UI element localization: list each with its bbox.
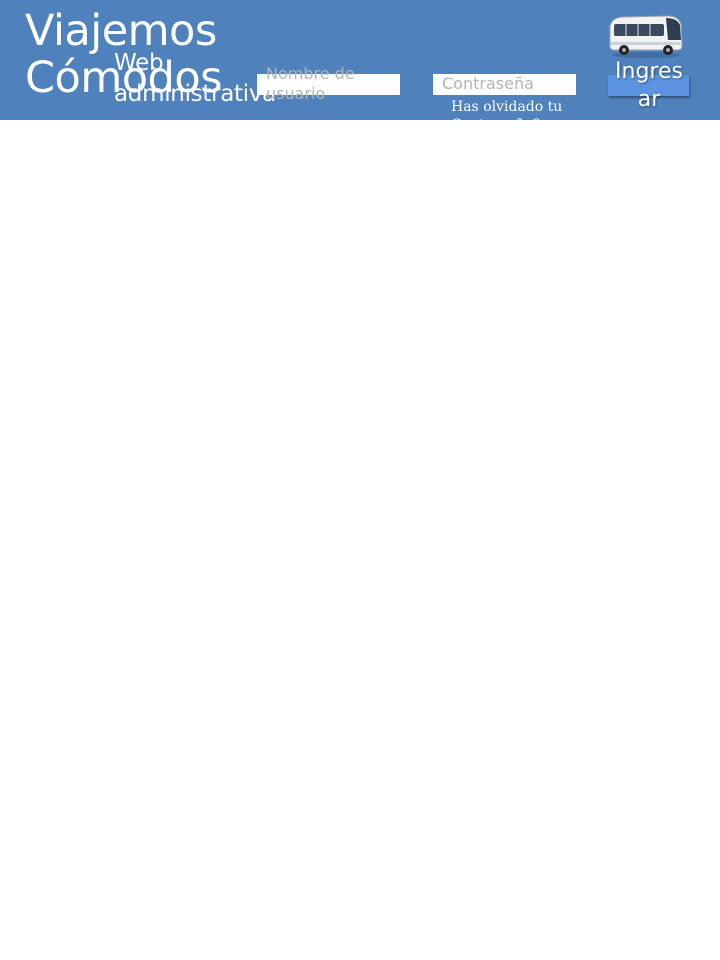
header-bar: Viajemos Cómodos Web administrativa Nomb… (0, 0, 720, 120)
page: Viajemos Cómodos Web administrativa Nomb… (0, 0, 720, 960)
login-button[interactable] (608, 75, 689, 96)
bus-icon (609, 15, 683, 58)
password-input[interactable] (433, 74, 576, 95)
username-input[interactable] (257, 74, 400, 95)
forgot-password-link[interactable]: Has olvidado tu Contraseña? (451, 98, 581, 120)
